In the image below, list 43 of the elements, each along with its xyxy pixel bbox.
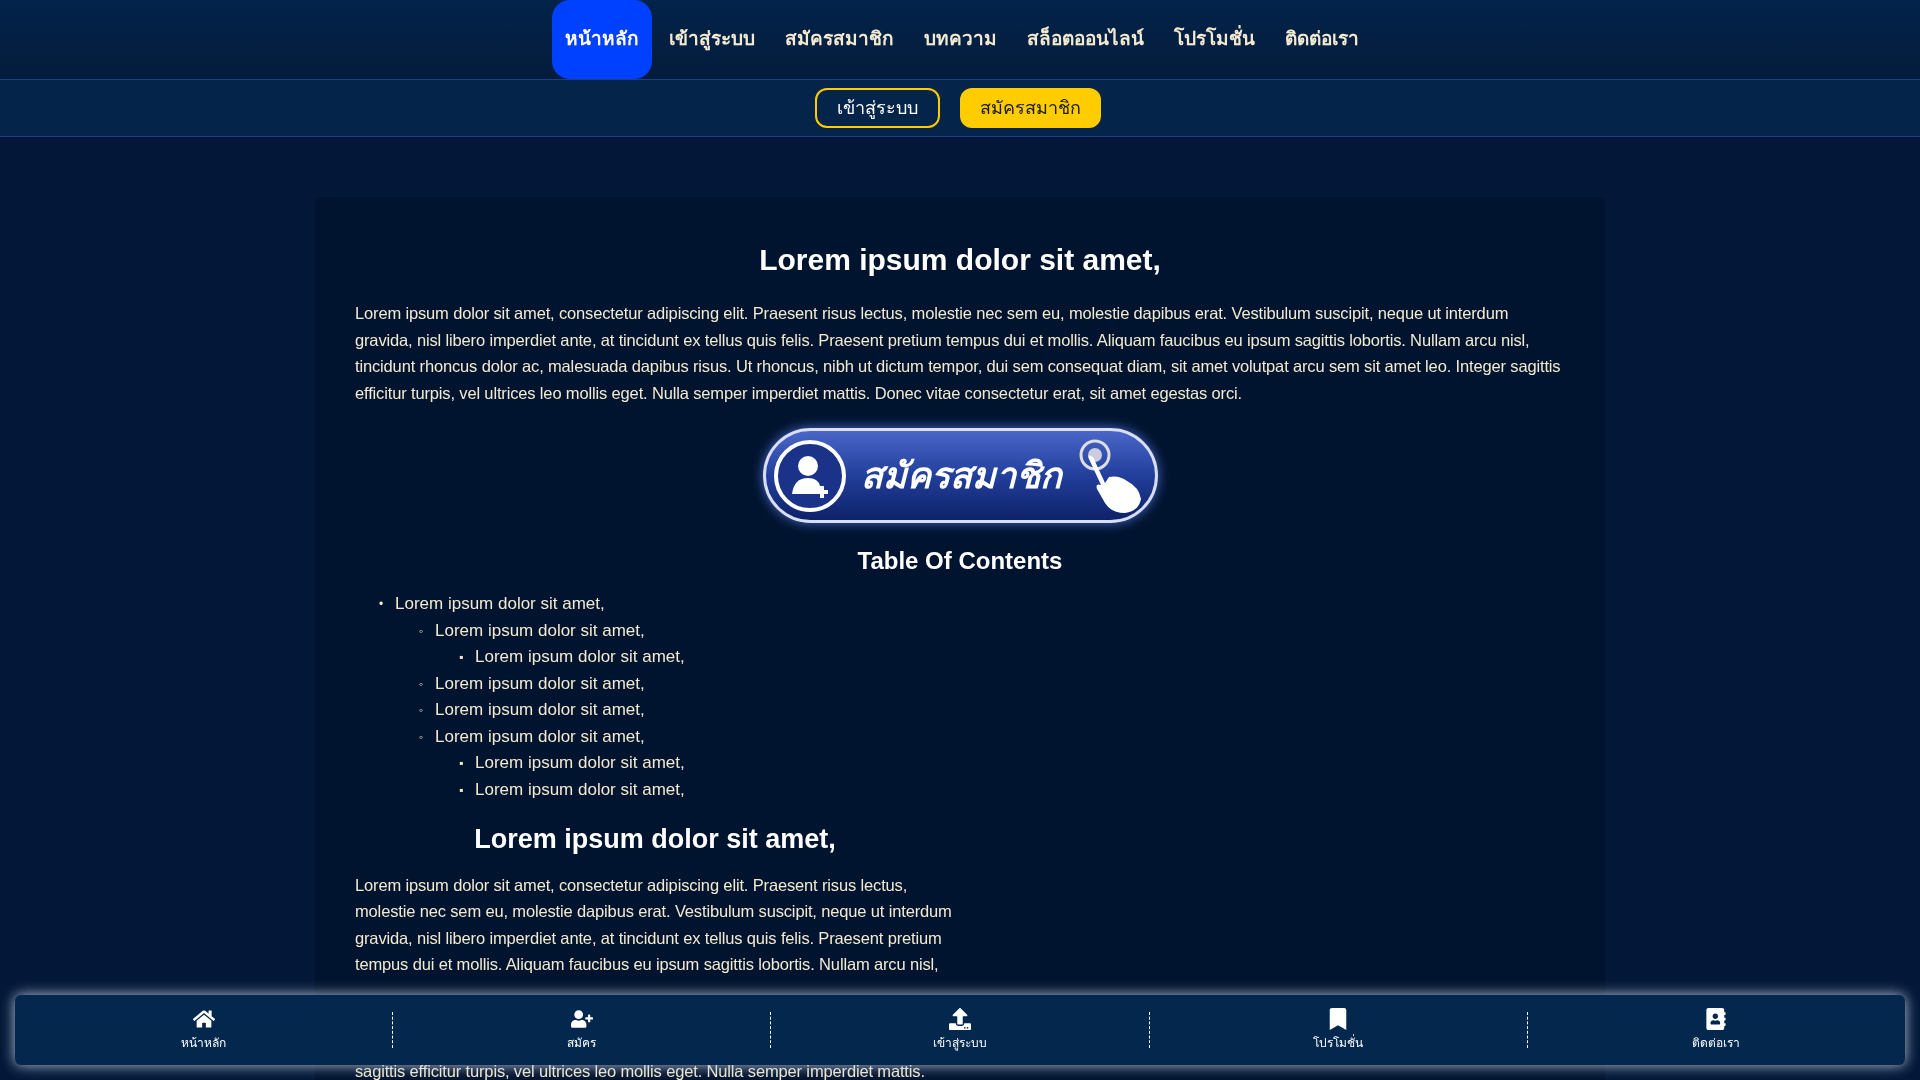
register-button[interactable]: สมัครสมาชิก (959, 88, 1101, 128)
toc-item[interactable]: Lorem ipsum dolor sit amet, (435, 673, 645, 693)
bullet-marker: ▪ (459, 781, 464, 799)
nav-tab[interactable]: โปรโมชั่น (1161, 0, 1268, 79)
upload-icon (949, 1008, 971, 1030)
bottom-nav-item[interactable]: หน้าหลัก (15, 1008, 393, 1052)
login-button[interactable]: เข้าสู่ระบบ (814, 88, 940, 128)
bullet-marker: ◦ (419, 675, 424, 693)
nav-tab[interactable]: ติดต่อเรา (1272, 0, 1372, 79)
nav-tab[interactable]: สมัครสมาชิก (772, 0, 907, 79)
bullet-marker: ◦ (419, 728, 424, 746)
nav-tab[interactable]: บทความ (911, 0, 1010, 79)
banner-label: สมัครสมาชิก (859, 453, 1064, 498)
toc-item[interactable]: Lorem ipsum dolor sit amet, (475, 779, 685, 799)
toc-item[interactable]: Lorem ipsum dolor sit amet, (435, 726, 645, 746)
home-icon (192, 1008, 215, 1030)
bottom-nav-item[interactable]: สมัคร (393, 1008, 771, 1052)
bottom-nav-item[interactable]: เข้าสู่ระบบ (771, 1008, 1149, 1052)
toc-item[interactable]: Lorem ipsum dolor sit amet, (435, 700, 645, 719)
nav-tab[interactable]: เข้าสู่ระบบ (656, 0, 768, 79)
nav-tab[interactable]: สล็อตออนไลน์ (1014, 0, 1157, 79)
section-paragraph: Lorem ipsum dolor sit amet, consectetur adipiscing elit. Praesent risus lectus, molestie nec sem eu, molestie dapibus erat. Vestibulum suscipit, neque ut interdum gravida, nisl libero imperdiet ante, at tincidunt ex tellus quis felis. Praesent pretium tempus dui et mollis. Aliquam faucibus eu ipsum sagittis lobortis. Nullam arcu nisl, (355, 874, 953, 975)
section-paragraph: sagittis efficitur turpis, vel ultrices leo mollis eget. Nulla semper imperdiet mattis. (355, 1061, 926, 1080)
register-banner[interactable]: สมัครสมาชิก (762, 428, 1158, 523)
bullet-marker: ▪ (459, 649, 464, 666)
toc-title: Table Of Contents (856, 546, 1064, 576)
bullet-marker: ◦ (419, 622, 424, 640)
toc-item[interactable]: Lorem ipsum dolor sit amet, (435, 620, 645, 640)
address-book-icon (1705, 1008, 1728, 1030)
section-title: Lorem ipsum dolor sit amet, (473, 823, 837, 856)
toc-item[interactable]: Lorem ipsum dolor sit amet, (475, 647, 685, 666)
bullet-marker: ◦ (419, 702, 424, 719)
intro-paragraph: Lorem ipsum dolor sit amet, consectetur adipiscing elit. Praesent risus lectus, molestie nec sem eu, molestie dapibus erat. Vestibulum suscipit, neque ut interdum gravida, nisl libero imperdiet ante, at tincidunt ex tellus quis felis. Praesent pretium tempus dui et mollis. Aliquam faucibus eu ipsum sagittis lobortis. Nullam arcu nisl, tincidunt rhoncus dolor ac, malesuada dapibus risus. Ut rhoncus, nibh ut dictum tempor, dui sem consequat diam, sit amet volutpat arcu sem sit amet leo. Integer sagittis efficitur turpis, vel ultrices leo mollis eget. Nulla semper imperdiet mattis. Donec vitae consectetur erat, sit amet egestas orci. (355, 303, 1562, 404)
bottom-nav-item[interactable]: โปรโมชั่น (1149, 1008, 1527, 1052)
user-plus-icon (771, 437, 848, 514)
bullet-marker: ▪ (459, 755, 464, 772)
toc-item[interactable]: Lorem ipsum dolor sit amet, (475, 753, 685, 772)
nav-tab[interactable]: หน้าหลัก (552, 0, 652, 79)
bottom-nav-item[interactable]: ติดต่อเรา (1527, 1008, 1905, 1052)
bullet-marker: • (379, 596, 384, 613)
user-plus-icon (570, 1008, 593, 1030)
article-title: Lorem ipsum dolor sit amet, (758, 242, 1162, 278)
toc-item[interactable]: Lorem ipsum dolor sit amet, (395, 594, 605, 613)
